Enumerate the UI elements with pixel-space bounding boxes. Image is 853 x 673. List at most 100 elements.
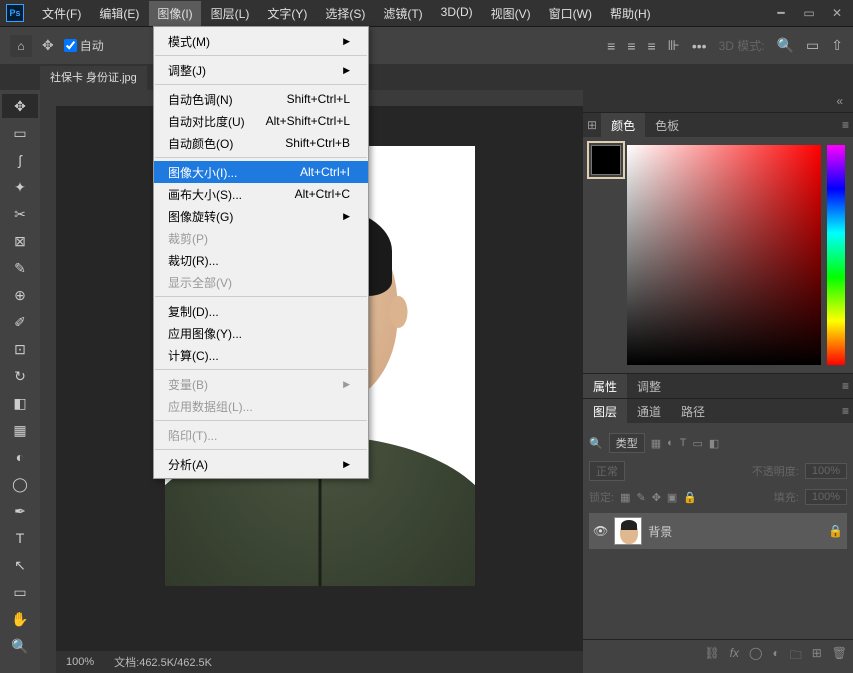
menu-trim[interactable]: 裁切(R)... xyxy=(154,249,368,271)
lock-artboard-icon[interactable]: ▣ xyxy=(667,491,677,504)
layer-thumbnail[interactable] xyxy=(614,517,642,545)
wand-tool[interactable]: ✦ xyxy=(2,175,38,199)
visibility-icon[interactable]: 👁 xyxy=(593,524,608,538)
move-tool-icon[interactable]: ✥ xyxy=(42,37,54,54)
menu-canvas-size[interactable]: 画布大小(S)...Alt+Ctrl+C xyxy=(154,183,368,205)
search-icon[interactable]: 🔍 xyxy=(777,37,794,54)
link-icon[interactable]: ⛓ xyxy=(704,646,719,667)
menu-view[interactable]: 视图(V) xyxy=(483,1,539,26)
collapse-icon[interactable]: « xyxy=(832,94,847,108)
fill-value[interactable]: 100% xyxy=(805,489,847,505)
auto-checkbox[interactable] xyxy=(64,39,77,52)
lock-icon[interactable]: 🔒 xyxy=(828,524,843,538)
eraser-tool[interactable]: ◧ xyxy=(2,391,38,415)
more-icon[interactable]: ••• xyxy=(692,38,707,54)
panel-menu-icon[interactable]: ≡ xyxy=(838,118,853,132)
heal-tool[interactable]: ⊕ xyxy=(2,283,38,307)
history-brush-tool[interactable]: ↻ xyxy=(2,364,38,388)
tab-adjust[interactable]: 调整 xyxy=(627,374,671,399)
filter-adjust-icon[interactable]: ◐ xyxy=(667,437,674,449)
gradient-tool[interactable]: ▦ xyxy=(2,418,38,442)
new-layer-icon[interactable]: ⊞ xyxy=(812,646,822,667)
type-tool[interactable]: T xyxy=(2,526,38,550)
share-icon[interactable]: ⇧ xyxy=(831,37,843,54)
opacity-value[interactable]: 100% xyxy=(805,463,847,479)
lock-paint-icon[interactable]: ✎ xyxy=(636,491,645,504)
filter-pixel-icon[interactable]: ▦ xyxy=(651,437,661,450)
blend-mode[interactable]: 正常 xyxy=(589,461,625,481)
menu-auto-contrast[interactable]: 自动对比度(U)Alt+Shift+Ctrl+L xyxy=(154,110,368,132)
filter-smart-icon[interactable]: ◧ xyxy=(709,437,719,450)
hue-slider[interactable] xyxy=(827,145,845,365)
pen-tool[interactable]: ✒ xyxy=(2,499,38,523)
menu-help[interactable]: 帮助(H) xyxy=(602,1,659,26)
dodge-tool[interactable]: ◯ xyxy=(2,472,38,496)
lock-all-icon[interactable]: 🔒 xyxy=(683,491,697,504)
menu-file[interactable]: 文件(F) xyxy=(34,1,89,26)
zoom-tool[interactable]: 🔍 xyxy=(2,634,38,658)
color-picker[interactable] xyxy=(627,145,821,365)
marquee-tool[interactable]: ▭ xyxy=(2,121,38,145)
dock-icon[interactable]: ⊞ xyxy=(583,118,601,132)
menu-filter[interactable]: 滤镜(T) xyxy=(375,1,430,26)
shape-tool[interactable]: ▭ xyxy=(2,580,38,604)
menu-select[interactable]: 选择(S) xyxy=(317,1,373,26)
tab-color[interactable]: 颜色 xyxy=(601,113,645,138)
menu-layer[interactable]: 图层(L) xyxy=(203,1,258,26)
tab-channels[interactable]: 通道 xyxy=(627,399,671,424)
document-tab[interactable]: 社保卡 身份证.jpg xyxy=(40,66,147,90)
adjustment-icon[interactable]: ◐ xyxy=(772,646,779,667)
layer-background[interactable]: 👁 背景 🔒 xyxy=(589,513,847,549)
menu-apply-image[interactable]: 应用图像(Y)... xyxy=(154,322,368,344)
tab-properties[interactable]: 属性 xyxy=(583,374,627,399)
align-right-icon[interactable]: ≡ xyxy=(647,38,655,54)
panel-menu-icon[interactable]: ≡ xyxy=(838,379,853,393)
workspace-icon[interactable]: ▭ xyxy=(806,37,819,54)
delete-icon[interactable]: 🗑 xyxy=(832,646,847,667)
brush-tool[interactable]: ✐ xyxy=(2,310,38,334)
minimize-icon[interactable]: ━ xyxy=(771,5,791,21)
filter-type-icon[interactable]: T xyxy=(680,437,687,449)
tab-layers[interactable]: 图层 xyxy=(583,399,627,424)
crop-tool[interactable]: ✂ xyxy=(2,202,38,226)
blur-tool[interactable]: ◐ xyxy=(2,445,38,469)
menu-image-size[interactable]: 图像大小(I)...Alt+Ctrl+I xyxy=(154,161,368,183)
menu-text[interactable]: 文字(Y) xyxy=(259,1,315,26)
menu-auto-color[interactable]: 自动颜色(O)Shift+Ctrl+B xyxy=(154,132,368,154)
distribute-icon[interactable]: ⊪ xyxy=(668,37,680,54)
menu-duplicate[interactable]: 复制(D)... xyxy=(154,300,368,322)
eyedropper-tool[interactable]: ✎ xyxy=(2,256,38,280)
menu-image[interactable]: 图像(I) xyxy=(149,1,200,26)
filter-shape-icon[interactable]: ▭ xyxy=(693,437,703,450)
menu-window[interactable]: 窗口(W) xyxy=(541,1,600,26)
tab-swatches[interactable]: 色板 xyxy=(645,113,689,138)
fx-icon[interactable]: fx xyxy=(730,646,739,667)
hand-tool[interactable]: ✋ xyxy=(2,607,38,631)
lasso-tool[interactable]: ʃ xyxy=(2,148,38,172)
menu-analysis[interactable]: 分析(A)▶ xyxy=(154,453,368,475)
menu-calc[interactable]: 计算(C)... xyxy=(154,344,368,366)
menu-3d[interactable]: 3D(D) xyxy=(433,1,481,26)
foreground-color[interactable] xyxy=(591,145,621,175)
tab-paths[interactable]: 路径 xyxy=(671,399,715,424)
path-tool[interactable]: ↖ xyxy=(2,553,38,577)
maximize-icon[interactable]: ▭ xyxy=(799,5,819,21)
menu-edit[interactable]: 编辑(E) xyxy=(91,1,147,26)
group-icon[interactable]: 🗀 xyxy=(790,646,802,667)
panel-menu-icon[interactable]: ≡ xyxy=(838,404,853,418)
mask-icon[interactable]: ◯ xyxy=(749,646,762,667)
menu-mode[interactable]: 模式(M)▶ xyxy=(154,30,368,52)
lock-move-icon[interactable]: ✥ xyxy=(652,491,661,504)
frame-tool[interactable]: ⊠ xyxy=(2,229,38,253)
align-center-icon[interactable]: ≡ xyxy=(627,38,635,54)
lock-pixels-icon[interactable]: ▦ xyxy=(620,491,630,504)
home-icon[interactable]: ⌂ xyxy=(10,35,32,57)
zoom-level[interactable]: 100% xyxy=(66,656,94,668)
move-tool[interactable]: ✥ xyxy=(2,94,38,118)
align-left-icon[interactable]: ≡ xyxy=(607,38,615,54)
layer-filter[interactable]: 类型 xyxy=(609,433,645,453)
menu-auto-tone[interactable]: 自动色调(N)Shift+Ctrl+L xyxy=(154,88,368,110)
menu-adjust[interactable]: 调整(J)▶ xyxy=(154,59,368,81)
menu-rotate[interactable]: 图像旋转(G)▶ xyxy=(154,205,368,227)
stamp-tool[interactable]: ⊡ xyxy=(2,337,38,361)
